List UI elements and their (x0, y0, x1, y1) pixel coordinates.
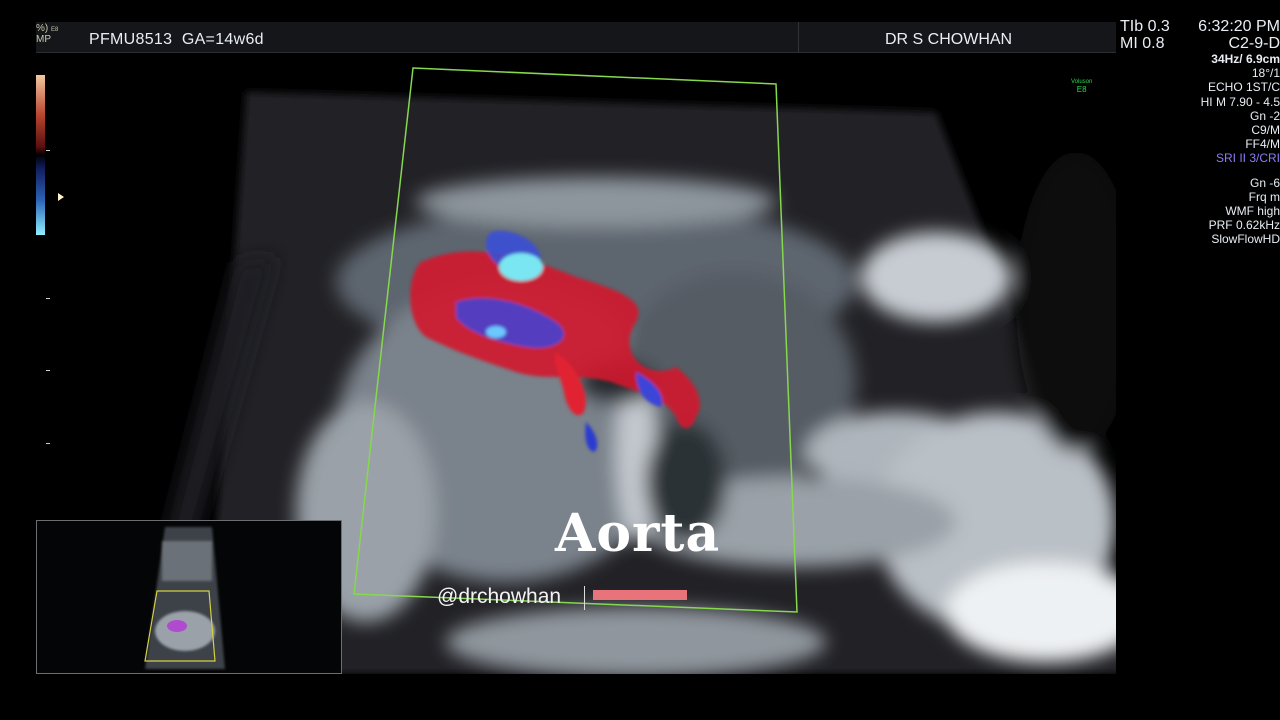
header-bar: %) E8 MP PFMU8513 GA=14w6d DR S CHOWHAN (36, 22, 1116, 53)
scale-tick (46, 443, 50, 444)
wmf-value: WMF high (1225, 204, 1280, 219)
thumbnail-image (144, 527, 225, 669)
patient-info: PFMU8513 GA=14w6d (89, 31, 264, 49)
doctor-panel: DR S CHOWHAN (798, 22, 1117, 52)
label-underline-bar (593, 590, 687, 600)
scale-tick (46, 298, 50, 299)
prf-value: PRF 0.62kHz (1208, 218, 1280, 233)
harmonics-value: HI M 7.90 - 4.5 (1200, 94, 1280, 109)
parameter-readout: 6:32:20 PM C2-9-D 34Hz/ 6.9cm 18°/1 ECHO… (1160, 18, 1280, 247)
angle-value: 18°/1 (1251, 66, 1280, 81)
color-scale-bar (36, 75, 45, 235)
ff-value: FF4/M (1245, 137, 1280, 152)
scale-tick (46, 370, 50, 371)
mode-indicator: %) E8 MP (36, 23, 59, 45)
color-gain-value: Gn -6 (1249, 175, 1280, 190)
clock: 6:32:20 PM (1198, 18, 1280, 35)
text-cursor (584, 586, 585, 610)
frequency-value: Frq m (1248, 189, 1280, 204)
sri-value: SRI II 3/CRI (1215, 151, 1280, 166)
scale-tick (46, 150, 50, 151)
frame-rate: 34Hz/ 6.9cm (1211, 52, 1280, 66)
author-handle: @drchowhan (437, 585, 562, 608)
preset-name: ECHO 1ST/C (1207, 80, 1280, 95)
gestational-age: GA=14w6d (181, 31, 264, 48)
voluson-logo: Voluson E8 (1071, 79, 1093, 94)
patient-id: PFMU8513 (89, 31, 173, 48)
ultrasound-screen: %) E8 MP PFMU8513 GA=14w6d DR S CHOWHAN … (0, 0, 1280, 720)
aorta-label: Aorta (555, 503, 721, 564)
scale-marker-icon (58, 193, 64, 201)
overview-thumbnail (36, 520, 342, 674)
doctor-name: DR S CHOWHAN (885, 31, 1013, 48)
flow-mode: SlowFlowHD (1211, 232, 1280, 247)
probe-name: C2-9-D (1228, 35, 1280, 52)
c-value: C9/M (1251, 123, 1280, 138)
gain-value: Gn -2 (1249, 108, 1280, 123)
